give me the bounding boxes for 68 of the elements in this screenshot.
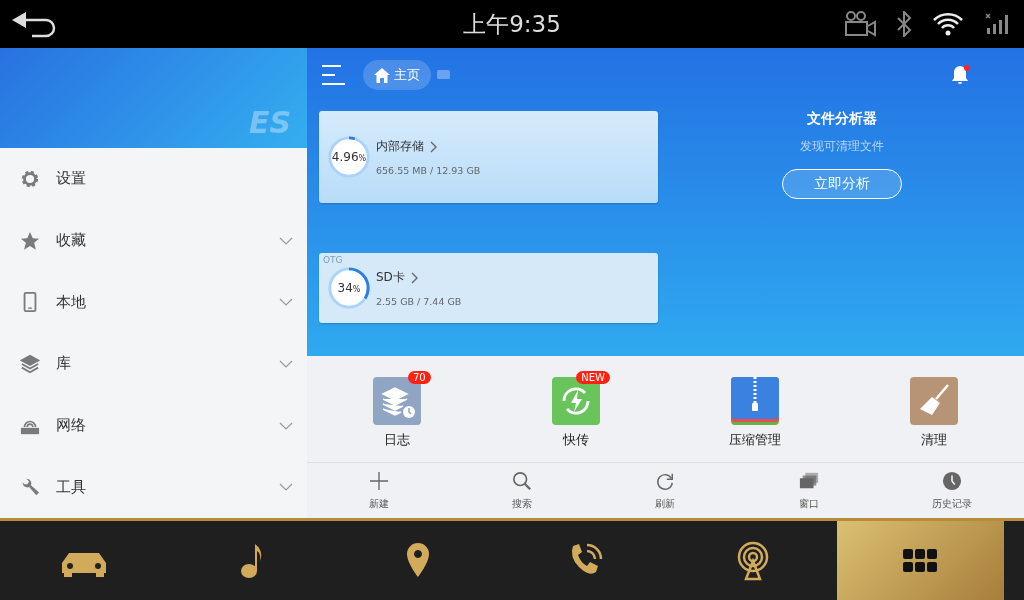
sidebar-item[interactable]: 收藏 [0, 209, 307, 272]
toolbar-label: 搜索 [512, 496, 533, 511]
storage-tag: OTG [323, 255, 343, 265]
toolbar-label: 新建 [368, 496, 389, 511]
usage-percent: 34% [336, 281, 362, 295]
layers-icon [20, 353, 40, 374]
toolbar-button[interactable]: 新建 [328, 470, 429, 511]
wrench-icon [20, 477, 40, 498]
gear-icon [20, 168, 40, 189]
storage-name: SD卡 [376, 269, 405, 286]
tool-label: 快传 [562, 431, 589, 449]
sidebar-label: 设置 [56, 169, 87, 189]
search-icon [512, 470, 533, 491]
storage-card[interactable]: OTG 34% SD卡 2.55 GB / 7.44 GB [319, 253, 658, 323]
video-camera-icon [844, 11, 876, 37]
chevron-right-icon [410, 271, 419, 284]
count-badge: NEW [576, 371, 610, 384]
count-badge: 70 [407, 371, 431, 384]
wifi-icon [932, 12, 964, 36]
signal-icon [984, 12, 1010, 36]
star-icon [20, 230, 40, 251]
sidebar-label: 网络 [56, 416, 87, 435]
toolbar-button[interactable]: 刷新 [615, 470, 716, 511]
dock-button[interactable] [836, 521, 1004, 600]
sidebar-label: 收藏 [56, 231, 87, 250]
windows-icon [798, 470, 819, 491]
toolbar-button[interactable]: 历史记录 [902, 470, 1003, 511]
storage-card[interactable]: 4.96% 内部存储 656.55 MB / 12.93 GB [319, 111, 658, 203]
chevron-right-icon [430, 140, 438, 153]
notification-bell-icon[interactable] [950, 64, 972, 86]
clock-time: 上午9:35 [463, 9, 561, 39]
menu-icon[interactable] [321, 64, 347, 86]
analyzer-subtitle: 发现可清理文件 [799, 138, 884, 155]
bluetooth-icon [896, 11, 912, 37]
sidebar-item[interactable]: 本地 [0, 271, 307, 333]
broom-icon [910, 377, 959, 425]
tool-label: 压缩管理 [729, 431, 782, 449]
storage-usage: 2.55 GB / 7.44 GB [376, 296, 462, 307]
usage-ring [326, 134, 372, 180]
sidebar-label: 库 [56, 354, 72, 374]
sidebar-item[interactable]: 设置 [0, 148, 307, 210]
toolbar-label: 刷新 [655, 496, 676, 511]
tool-label: 清理 [921, 431, 948, 449]
plus-icon [368, 470, 389, 491]
back-icon[interactable] [10, 10, 58, 38]
toolbar-button[interactable]: 窗口 [758, 470, 859, 511]
tool-shortcut[interactable]: 压缩管理 [695, 369, 816, 449]
usage-ring [326, 265, 372, 311]
clock-icon [942, 470, 963, 491]
tool-shortcut[interactable]: NEW 快传 [515, 369, 636, 449]
toolbar-label: 历史记录 [932, 496, 973, 511]
tool-shortcut[interactable]: 清理 [874, 369, 995, 449]
app-logo: ES [248, 105, 291, 140]
usage-percent: 4.96% [330, 150, 368, 164]
sidebar-item[interactable]: 网络 [0, 394, 307, 457]
home-icon [374, 67, 390, 83]
tool-label: 日志 [383, 431, 410, 449]
tool-shortcut[interactable]: 70 日志 [336, 369, 457, 449]
sidebar-label: 本地 [56, 292, 87, 312]
sidebar-item[interactable]: 工具 [0, 456, 307, 519]
storage-name: 内部存储 [376, 138, 424, 155]
zipper-icon [731, 377, 780, 425]
toolbar-label: 窗口 [798, 496, 819, 511]
sidebar-label: 工具 [56, 477, 87, 497]
sidebar-item[interactable]: 库 [0, 333, 307, 395]
toolbar-button[interactable]: 搜索 [472, 470, 573, 511]
analyzer-title: 文件分析器 [806, 110, 877, 128]
storage-usage: 656.55 MB / 12.93 GB [376, 165, 481, 176]
